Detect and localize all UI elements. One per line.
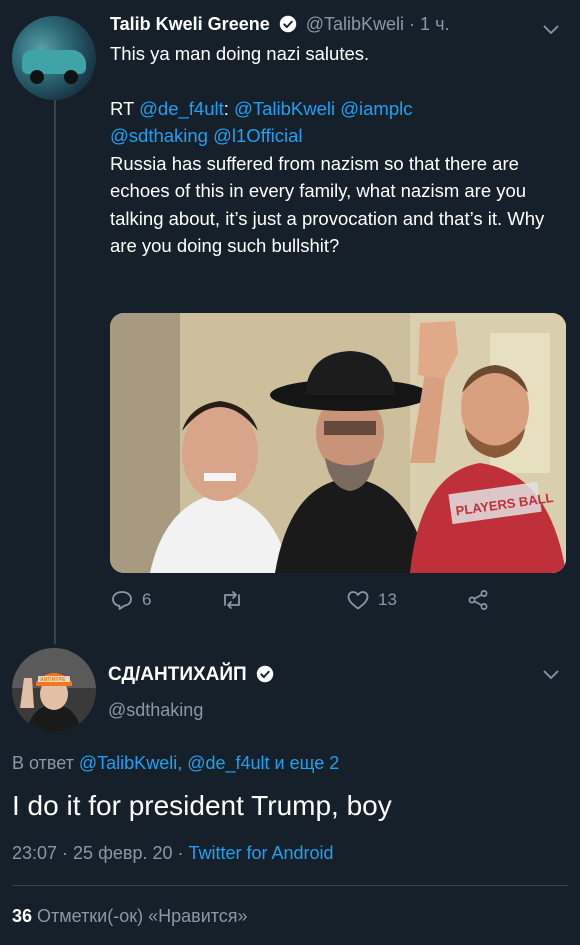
display-name: СД/АНТИХАЙП	[108, 664, 278, 686]
user-handle[interactable]: @sdthaking	[108, 700, 203, 721]
avatar[interactable]: ANTIHYPE	[12, 648, 96, 732]
reply-count: 6	[142, 590, 152, 609]
mention-link[interactable]: @l1Official	[213, 125, 302, 146]
mention-link[interactable]: @iamplc	[340, 98, 412, 119]
chevron-down-icon[interactable]	[542, 668, 560, 680]
avatar-portrait: ANTIHYPE	[12, 648, 96, 732]
mention-link[interactable]: @de_f4ult	[139, 98, 224, 119]
avatar[interactable]	[12, 16, 96, 100]
avatar-car-shape	[22, 50, 86, 74]
verified-badge-icon	[256, 665, 274, 683]
tweet-text: I do it for president Trump, boy	[12, 790, 392, 821]
tweet-comment: This ya man doing nazi salutes.	[110, 43, 370, 64]
likes-label: Отметки(-ок) «Нравится»	[32, 906, 248, 926]
mention-link[interactable]: @de_f4ult	[187, 753, 269, 773]
reply-prefix: В ответ	[12, 753, 79, 773]
tweet-photo[interactable]: PLAYERS BALL	[110, 313, 566, 573]
photo-illustration: PLAYERS BALL	[110, 313, 566, 573]
reply-icon	[112, 591, 132, 610]
tweet-timestamp[interactable]: · 1 ч.	[404, 14, 449, 34]
divider	[12, 885, 568, 886]
thread-connector	[54, 96, 56, 644]
display-name[interactable]: Talib Kweli Greene	[110, 14, 270, 34]
mention-link[interactable]: @TalibKweli	[234, 98, 335, 119]
likes-summary[interactable]: 36 Отметки(-ок) «Нравится»	[12, 906, 248, 927]
more-mentions-link[interactable]: и еще 2	[270, 753, 340, 773]
like-count: 13	[378, 590, 397, 609]
retweet-icon	[224, 591, 240, 609]
share-icon	[468, 590, 488, 610]
verified-badge-icon	[279, 15, 296, 33]
reply-button[interactable]: 6	[110, 588, 151, 612]
avatar-wheel	[64, 70, 78, 84]
like-button[interactable]: 13	[346, 588, 397, 612]
mention-link[interactable]: @sdthaking	[110, 125, 208, 146]
retweet-quote: RT @de_f4ult: @TalibKweli @iamplc @sdtha…	[110, 95, 565, 260]
user-handle[interactable]: @TalibKweli	[306, 14, 404, 34]
like-icon	[347, 591, 369, 610]
avatar-wheel	[30, 70, 44, 84]
quote-text: Russia has suffered from nazism so that …	[110, 152, 545, 257]
cap-text: ANTIHYPE	[40, 677, 66, 683]
chevron-down-icon[interactable]	[542, 23, 560, 35]
share-button[interactable]	[466, 588, 490, 612]
tweet-header: Talib Kweli Greene @TalibKweli · 1 ч.	[110, 12, 449, 36]
rt-prefix: RT	[110, 97, 140, 119]
mention-link[interactable]: @TalibKweli	[79, 753, 177, 773]
tweet-meta: 23:07 · 25 февр. 20 · Twitter for Androi…	[12, 843, 334, 864]
mention-separator: ,	[177, 753, 188, 773]
likes-count: 36	[12, 906, 33, 926]
tweet-timestamp: 23:07 · 25 февр. 20 ·	[12, 843, 189, 863]
rt-colon: :	[223, 97, 235, 119]
tweet-body: This ya man doing nazi salutes. RT @de_f…	[110, 40, 565, 260]
tweet-actions: 6 13	[110, 588, 570, 618]
retweet-button[interactable]	[220, 588, 244, 612]
reply-context: В ответ @TalibKweli, @de_f4ult и еще 2	[12, 753, 339, 774]
display-name-text[interactable]: СД/АНТИХАЙП	[108, 664, 247, 685]
client-link[interactable]: Twitter for Android	[188, 843, 333, 863]
